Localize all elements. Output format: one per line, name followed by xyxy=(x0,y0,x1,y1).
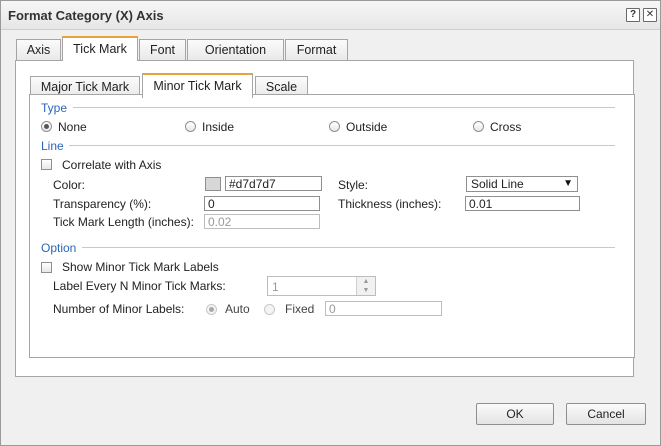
type-none-radio[interactable] xyxy=(41,121,52,132)
type-outside-label: Outside xyxy=(346,120,388,134)
show-minor-labels-label: Show Minor Tick Mark Labels xyxy=(62,260,219,274)
tab-axis[interactable]: Axis xyxy=(16,39,61,60)
fixed-radio xyxy=(264,304,275,315)
tab-minor-tick-mark[interactable]: Minor Tick Mark xyxy=(142,73,253,98)
tab-tick-mark[interactable]: Tick Mark xyxy=(62,36,138,61)
type-divider xyxy=(73,107,615,108)
style-label: Style: xyxy=(338,178,369,192)
transparency-label: Transparency (%): xyxy=(53,197,152,211)
thickness-label: Thickness (inches): xyxy=(338,197,442,211)
style-value: Solid Line xyxy=(471,177,524,191)
cancel-button[interactable]: Cancel xyxy=(566,403,646,425)
tab-orientation[interactable]: Orientation xyxy=(187,39,284,60)
tick-length-label: Tick Mark Length (inches): xyxy=(53,215,194,229)
transparency-input[interactable] xyxy=(204,196,320,211)
number-of-minor-labels-label: Number of Minor Labels: xyxy=(53,302,185,316)
dialog-title: Format Category (X) Axis xyxy=(8,8,164,23)
color-input[interactable] xyxy=(225,176,322,191)
type-cross-label: Cross xyxy=(490,120,522,134)
color-label: Color: xyxy=(53,178,86,192)
title-bar[interactable]: Format Category (X) Axis ? ✕ xyxy=(1,1,660,30)
fixed-count-input xyxy=(325,301,442,316)
option-section-label: Option xyxy=(41,241,77,255)
tick-length-input xyxy=(204,214,320,229)
tab-font[interactable]: Font xyxy=(139,39,186,60)
tab-format[interactable]: Format xyxy=(285,39,348,60)
style-select[interactable]: Solid Line ▼ xyxy=(466,176,578,192)
ok-button[interactable]: OK xyxy=(476,403,554,425)
help-icon[interactable]: ? xyxy=(626,8,640,22)
correlate-with-axis-label: Correlate with Axis xyxy=(62,158,162,172)
type-inside-radio[interactable] xyxy=(185,121,196,132)
option-divider xyxy=(82,247,615,248)
line-section-label: Line xyxy=(41,139,64,153)
auto-label: Auto xyxy=(225,302,250,316)
spin-down-icon: ▼ xyxy=(356,286,375,295)
type-section-label: Type xyxy=(41,101,68,115)
type-none-label: None xyxy=(58,120,87,134)
color-swatch[interactable] xyxy=(205,177,221,191)
label-every-n-stepper: 1 ▲ ▼ xyxy=(267,276,376,296)
type-inside-label: Inside xyxy=(202,120,235,134)
label-every-n-value: 1 xyxy=(272,280,279,294)
close-icon[interactable]: ✕ xyxy=(643,8,657,22)
show-minor-labels-checkbox[interactable] xyxy=(41,262,52,273)
line-divider xyxy=(69,145,615,146)
thickness-input[interactable] xyxy=(465,196,580,211)
auto-radio xyxy=(206,304,217,315)
fixed-label: Fixed xyxy=(285,302,315,316)
correlate-with-axis-checkbox[interactable] xyxy=(41,159,52,170)
format-axis-dialog: Format Category (X) Axis ? ✕ Axis Tick M… xyxy=(0,0,661,446)
type-outside-radio[interactable] xyxy=(329,121,340,132)
type-cross-radio[interactable] xyxy=(473,121,484,132)
dropdown-arrow-icon: ▼ xyxy=(563,178,573,189)
label-every-n-label: Label Every N Minor Tick Marks: xyxy=(53,279,226,293)
